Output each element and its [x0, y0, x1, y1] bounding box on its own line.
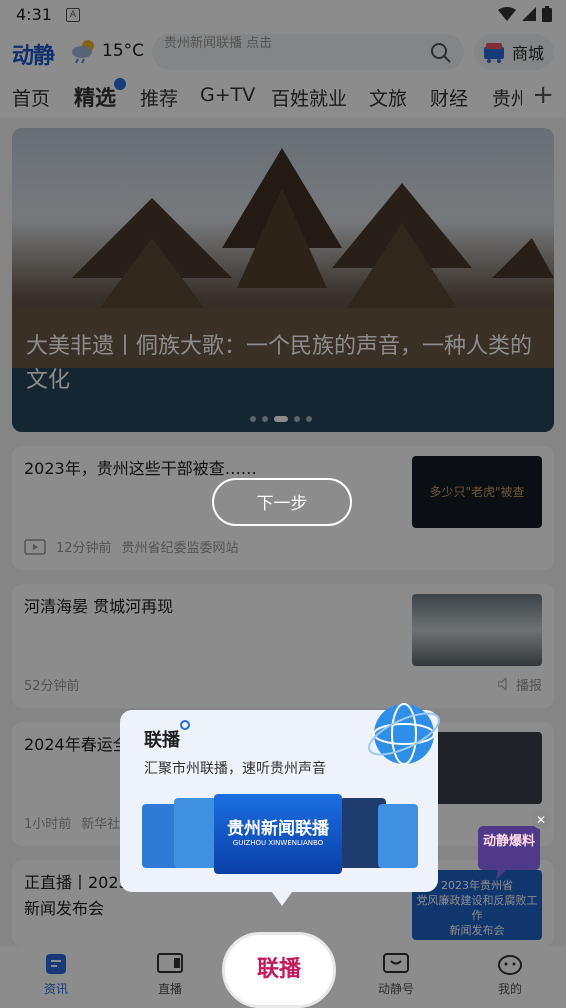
main-tv-subtitle: GUIZHOU XINWENLIANBO [232, 839, 324, 847]
popup-pointer [272, 892, 292, 906]
lianbo-label: 联播 [256, 957, 301, 982]
baoliao-float-button[interactable]: 动静爆料 ✕ [476, 811, 550, 882]
popup-subtitle: 汇聚市州联播，速听贵州声音 [144, 761, 326, 777]
popup-title: 联播 [144, 730, 180, 751]
popup-badge-icon [180, 720, 190, 730]
main-tv-card: 贵州新闻联播 GUIZHOU XINWENLIANBO [214, 794, 342, 874]
main-tv-title: 贵州新闻联播 [227, 819, 329, 839]
baoliao-badge-icon [478, 826, 540, 880]
lianbo-center-button[interactable]: 联播 [222, 932, 336, 1008]
popup-illustration: 贵州新闻联播 GUIZHOU XINWENLIANBO [142, 794, 418, 874]
next-step-button[interactable]: 下一步 [212, 478, 352, 526]
globe-icon [368, 703, 440, 765]
close-icon[interactable]: ✕ [532, 811, 550, 829]
mini-tv-card [378, 804, 418, 868]
baoliao-label: 动静爆料 [482, 834, 535, 849]
